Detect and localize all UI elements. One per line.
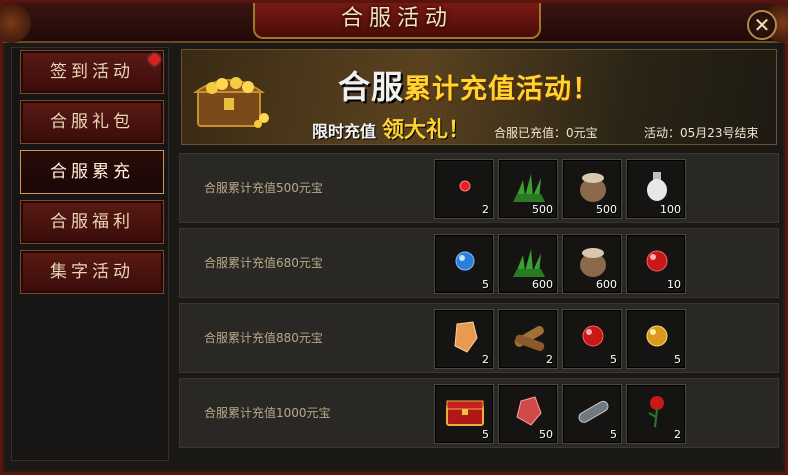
tier-label: 合服累计充值500元宝 [204,181,323,195]
reward-quantity: 10 [667,278,681,291]
reward-slot[interactable]: 500 [562,159,622,219]
reward-slot[interactable]: 600 [498,234,558,294]
reward-quantity: 2 [482,353,489,366]
gold-orb-icon [646,325,668,347]
red-orb-icon [646,250,668,272]
sidebar-item-label: 签到活动 [50,62,134,82]
herb-icon [513,174,545,202]
sidebar-item-collect-words[interactable]: 集字活动 [20,250,164,294]
event-end-time: 活动：05月23号结束 [644,126,759,140]
banner-title-part2: 累计充值活动！ [404,74,601,105]
herb-icon [513,249,545,277]
corner-ornament [0,3,31,43]
reward-tier-row: 合服累计充值1000元宝 5 50 5 2 [179,378,779,448]
reward-slot[interactable]: 2 [434,309,494,369]
reward-quantity: 600 [532,278,553,291]
window-title: 合服活动 [340,6,453,31]
banner-title-part1: 合服 [338,68,405,106]
reward-tier-row: 合服累计充值500元宝 2 500 500 100 [179,153,779,223]
reward-quantity: 600 [596,278,617,291]
rose-icon [648,396,664,428]
notice-dot-icon [148,53,161,66]
sack-icon [580,248,606,277]
banner-subtitle: 限时充值 领大礼！ [312,112,470,144]
reward-slot[interactable]: 500 [498,159,558,219]
reward-slot[interactable]: 5 [434,234,494,294]
sidebar-item-label: 集字活动 [50,262,134,282]
reward-slot[interactable]: 50 [498,384,558,444]
reward-slot[interactable]: 5 [562,384,622,444]
sidebar-item-merge-recharge[interactable]: 合服累充 [20,150,164,194]
reward-quantity: 2 [482,203,489,216]
title-bar: 合服活动 ✕ [0,3,788,43]
sidebar-item-merge-welfare[interactable]: 合服福利 [20,200,164,244]
reward-quantity: 5 [482,278,489,291]
tier-label: 合服累计充值680元宝 [204,256,323,270]
reward-slot[interactable]: 2 [626,384,686,444]
event-window: 合服活动 ✕ 签到活动 合服礼包 合服累充 合服福利 集字活动 合服累计充值活动… [0,0,788,475]
sidebar-item-merge-gift[interactable]: 合服礼包 [20,100,164,144]
sack-icon [580,173,606,202]
red-orb-icon [582,325,604,347]
tier-label: 合服累计充值1000元宝 [204,406,331,420]
sidebar-item-label: 合服礼包 [50,112,134,132]
reward-quantity: 2 [546,353,553,366]
event-banner: 合服累计充值活动！ 限时充值 领大礼！ 合服已充值：0元宝 活动：05月23号结束 [181,49,777,145]
recharged-amount: 合服已充值：0元宝 [494,126,598,140]
white-potion-icon [647,172,667,201]
scroll-bundle-icon [514,326,545,352]
reward-quantity: 5 [674,353,681,366]
close-button[interactable]: ✕ [747,10,777,40]
reward-slot[interactable]: 5 [626,309,686,369]
reward-quantity: 5 [610,428,617,441]
reward-tier-row: 合服累计充值880元宝 2 2 5 5 [179,303,779,373]
reward-slot[interactable]: 10 [626,234,686,294]
banner-subtitle-part2: 领大礼！ [382,118,471,143]
reward-quantity: 5 [482,428,489,441]
reward-quantity: 100 [660,203,681,216]
sidebar-item-signin[interactable]: 签到活动 [20,50,164,94]
red-crystal-icon [516,396,542,426]
banner-subtitle-part1: 限时充值 [312,122,377,141]
reward-slot[interactable]: 5 [434,384,494,444]
reward-tier-row: 合服累计充值680元宝 5 600 600 10 [179,228,779,298]
title-plate: 合服活动 [253,3,541,39]
reward-quantity: 500 [532,203,553,216]
reward-slot[interactable]: 5 [562,309,622,369]
treasure-chest-icon [192,77,269,128]
reward-quantity: 2 [674,428,681,441]
close-icon: ✕ [753,13,771,37]
red-chest-icon [446,400,484,426]
blue-orb-icon [455,251,475,271]
tier-label: 合服累计充值880元宝 [204,331,323,345]
reward-slot[interactable]: 100 [626,159,686,219]
reward-quantity: 500 [596,203,617,216]
sidebar-item-label: 合服累充 [50,162,134,182]
sidebar: 签到活动 合服礼包 合服累充 合服福利 集字活动 [11,47,169,461]
red-gem-icon [459,180,471,192]
reward-slot[interactable]: 2 [498,309,558,369]
scroll-icon [578,400,609,423]
sidebar-item-label: 合服福利 [50,212,134,232]
banner-title: 合服累计充值活动！ [338,62,600,108]
reward-tier-list: 合服累计充值500元宝 2 500 500 100 合服累计充值680元宝 5 … [179,153,779,453]
amber-crystal-icon [454,321,478,353]
reward-slot[interactable]: 2 [434,159,494,219]
reward-quantity: 50 [539,428,553,441]
reward-slot[interactable]: 600 [562,234,622,294]
reward-quantity: 5 [610,353,617,366]
